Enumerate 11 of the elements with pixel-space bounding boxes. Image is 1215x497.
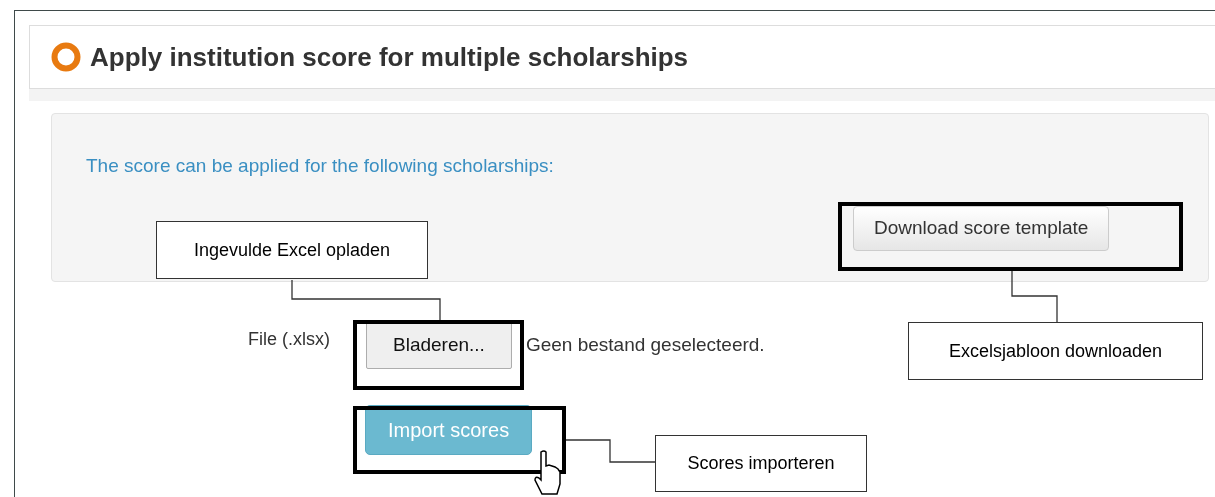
annotation-label: Excelsjabloon downloaden — [908, 322, 1203, 380]
leader-line — [1011, 270, 1058, 323]
browse-button[interactable]: Bladeren... — [366, 322, 512, 369]
download-button[interactable]: Download score template — [853, 206, 1110, 251]
annotation-label: Ingevulde Excel opladen — [156, 221, 428, 279]
annotation-label: Scores importeren — [655, 435, 867, 492]
circle-icon — [50, 41, 82, 73]
file-status: Geen bestand geselecteerd. — [525, 333, 765, 357]
field-label: File (.xlsx) — [247, 328, 330, 351]
info-text: The score can be applied for the following scholarships: — [86, 155, 554, 176]
panel-title: Apply institution score for multiple scholarships — [90, 40, 689, 74]
